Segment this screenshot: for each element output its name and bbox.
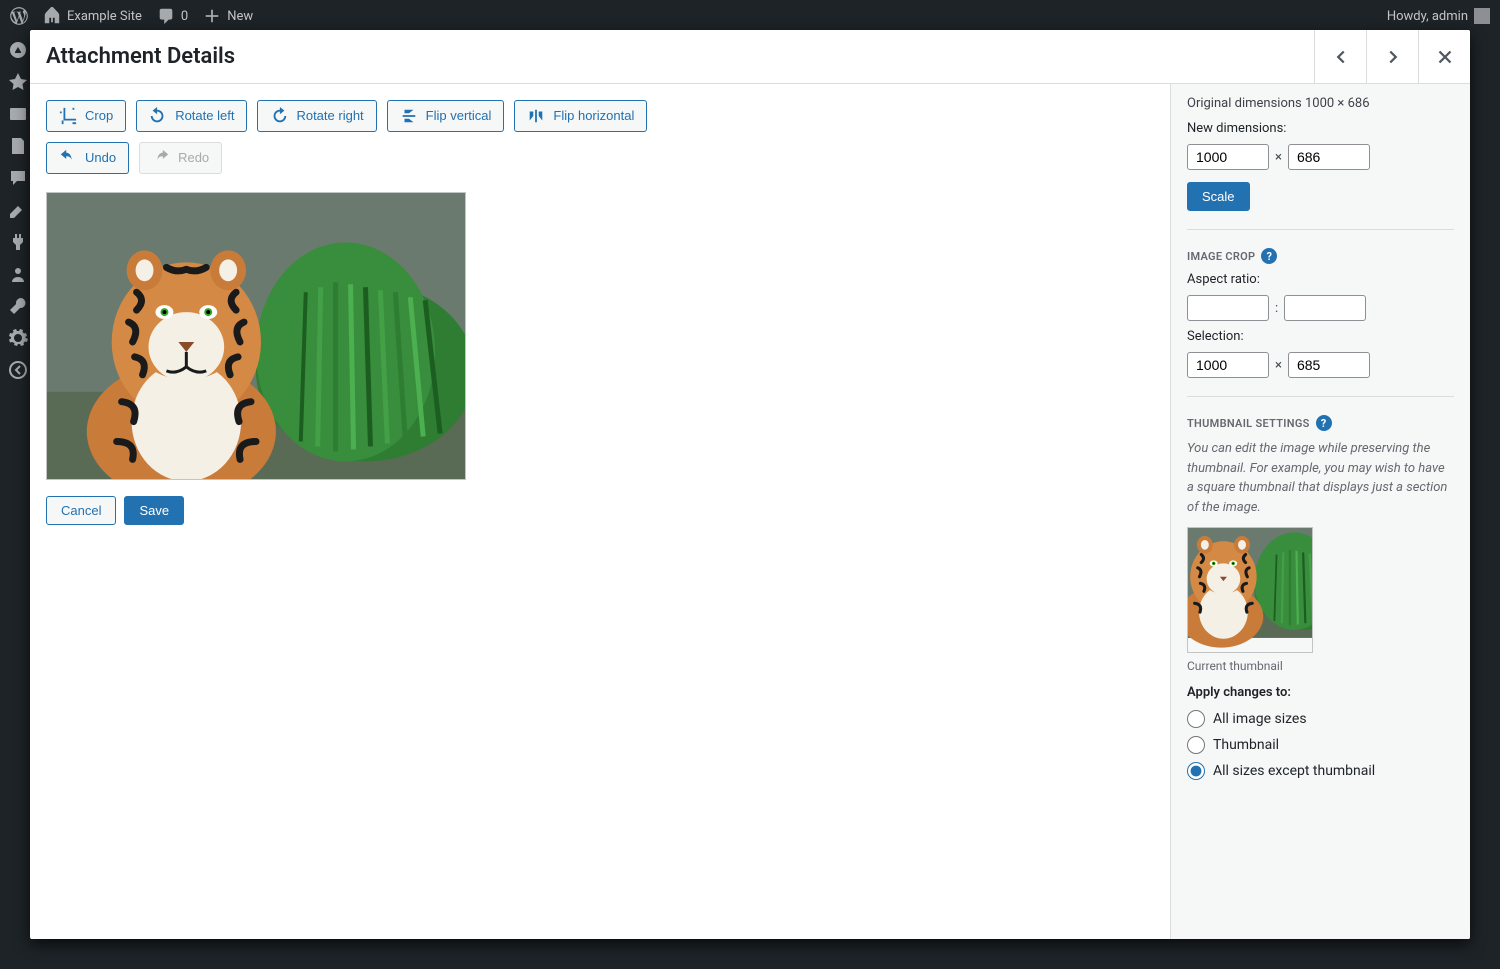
crop-button[interactable]: Crop [46,100,126,132]
new-content-link[interactable]: New [203,7,253,25]
radio-except-thumbnail-label: All sizes except thumbnail [1213,763,1375,779]
users-icon [8,264,28,284]
modal-title: Attachment Details [30,44,235,69]
thumbnail-caption: Current thumbnail [1187,659,1454,673]
flip-horizontal-button[interactable]: Flip horizontal [514,100,647,132]
comments-icon [8,168,28,188]
radio-all-sizes[interactable]: All image sizes [1187,710,1454,728]
user-greeting[interactable]: Howdy, admin [1387,8,1490,24]
help-icon[interactable]: ? [1316,415,1332,431]
save-button[interactable]: Save [124,496,184,525]
thumbnail-settings-title: THUMBNAIL SETTINGS [1187,417,1310,430]
redo-icon [152,149,170,167]
original-dimensions: Original dimensions 1000 × 686 [1187,96,1454,111]
image-crop-title: IMAGE CROP [1187,250,1255,263]
rotate-right-button[interactable]: Rotate right [257,100,376,132]
radio-except-thumbnail[interactable]: All sizes except thumbnail [1187,762,1454,780]
site-link[interactable]: Example Site [43,7,142,25]
flip-horizontal-icon [527,107,545,125]
scale-height-input[interactable] [1288,144,1370,170]
close-icon [1434,46,1456,68]
greeting-text: Howdy, admin [1387,9,1468,24]
flip-vertical-icon [400,107,418,125]
flip-horizontal-label: Flip horizontal [553,107,634,125]
aspect-ratio-label: Aspect ratio: [1187,272,1454,287]
cancel-button[interactable]: Cancel [46,496,116,525]
selection-label: Selection: [1187,329,1454,344]
flip-vertical-button[interactable]: Flip vertical [387,100,505,132]
image-preview[interactable] [46,192,466,480]
next-attachment-button[interactable] [1366,30,1418,83]
dashboard-icon [8,40,28,60]
admin-bar: Example Site 0 New Howdy, admin [0,0,1500,32]
redo-label: Redo [178,149,209,167]
dim-separator: × [1275,150,1282,165]
new-dimensions-label: New dimensions: [1187,121,1454,136]
comments-count: 0 [181,9,188,24]
close-modal-button[interactable] [1418,30,1470,83]
edit-sidebar: Original dimensions 1000 × 686 New dimen… [1170,84,1470,939]
plugins-icon [8,232,28,252]
wp-logo[interactable] [10,7,28,25]
rotate-left-icon [149,107,167,125]
new-label: New [227,9,253,24]
undo-button[interactable]: Undo [46,142,129,174]
apply-changes-label: Apply changes to: [1187,685,1454,700]
rotate-right-icon [270,107,288,125]
rotate-left-button[interactable]: Rotate left [136,100,247,132]
media-icon [8,104,28,124]
chevron-right-icon [1382,46,1404,68]
avatar [1474,8,1490,24]
aspect-width-input[interactable] [1187,295,1269,321]
site-name: Example Site [67,9,142,24]
crop-label: Crop [85,107,113,125]
radio-thumbnail-label: Thumbnail [1213,737,1279,753]
selection-height-input[interactable] [1288,352,1370,378]
edit-toolbar: Crop Rotate left Rotate right Flip verti… [46,100,1154,132]
flip-vertical-label: Flip vertical [426,107,492,125]
redo-button: Redo [139,142,222,174]
selection-separator: × [1275,358,1282,373]
radio-except-thumbnail-input[interactable] [1187,762,1205,780]
modal-header: Attachment Details [30,30,1470,84]
tiger-image-placeholder [47,193,465,479]
tools-icon [8,296,28,316]
rotate-left-label: Rotate left [175,107,234,125]
attachment-details-modal: Attachment Details Crop Rotate le [30,30,1470,939]
crop-icon [59,107,77,125]
collapse-icon [8,360,28,380]
radio-thumbnail[interactable]: Thumbnail [1187,736,1454,754]
aspect-separator: : [1275,301,1278,316]
appearance-icon [8,200,28,220]
undo-label: Undo [85,149,116,167]
pin-icon [8,72,28,92]
comments-link[interactable]: 0 [157,7,188,25]
scale-width-input[interactable] [1187,144,1269,170]
thumbnail-description: You can edit the image while preserving … [1187,439,1454,517]
rotate-right-label: Rotate right [296,107,363,125]
radio-thumbnail-input[interactable] [1187,736,1205,754]
chevron-left-icon [1330,46,1352,68]
pages-icon [8,136,28,156]
image-edit-area: Crop Rotate left Rotate right Flip verti… [30,84,1170,939]
thumbnail-image-placeholder [1188,528,1312,652]
scale-button[interactable]: Scale [1187,182,1250,211]
radio-all-sizes-input[interactable] [1187,710,1205,728]
aspect-height-input[interactable] [1284,295,1366,321]
settings-icon [8,328,28,348]
thumbnail-preview [1187,527,1313,653]
help-icon[interactable]: ? [1261,248,1277,264]
selection-width-input[interactable] [1187,352,1269,378]
prev-attachment-button[interactable] [1314,30,1366,83]
radio-all-sizes-label: All image sizes [1213,711,1307,727]
undo-icon [59,149,77,167]
